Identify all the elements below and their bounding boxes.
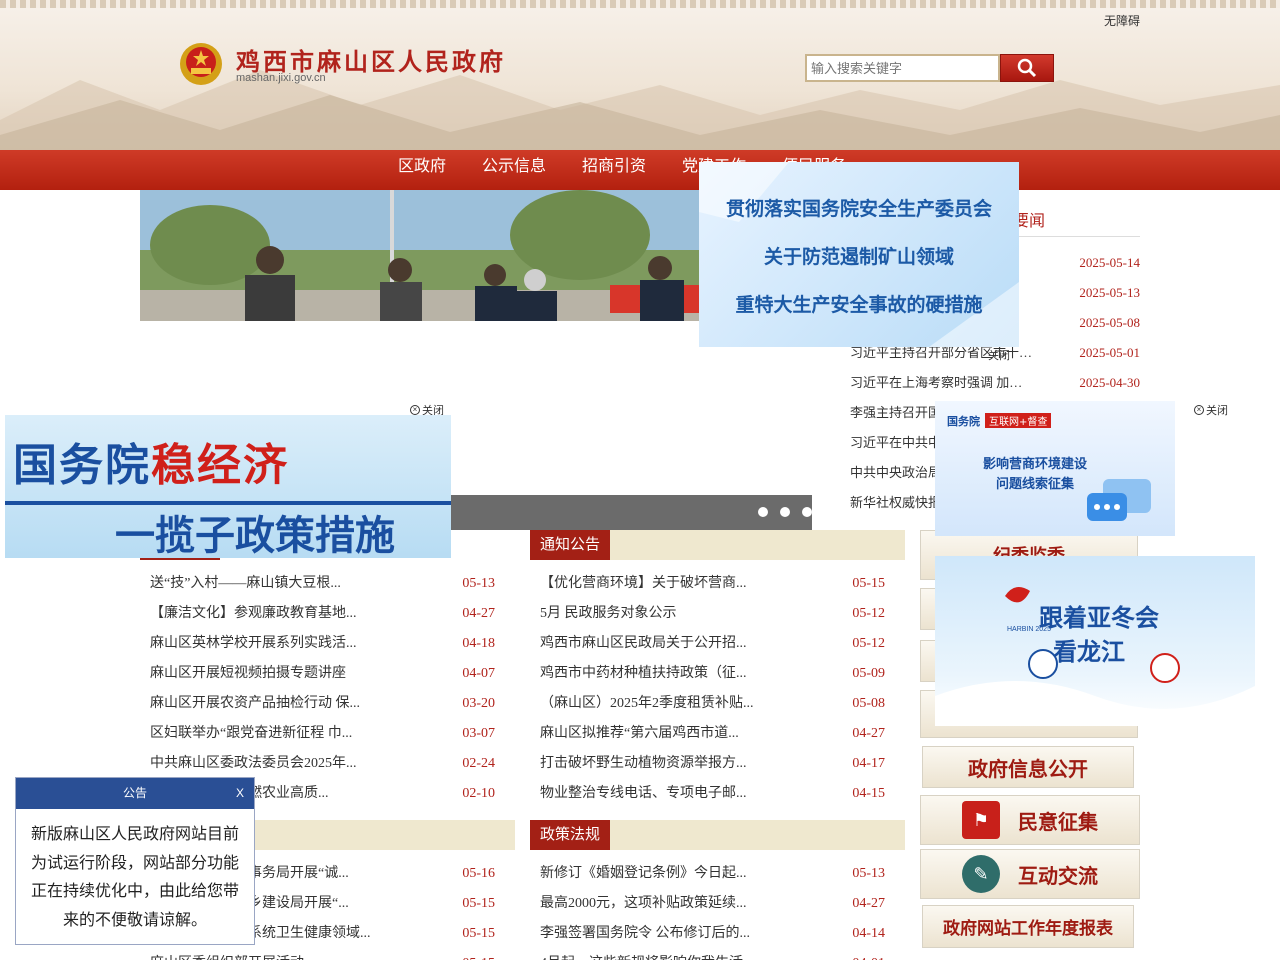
close-icon: × — [1194, 405, 1204, 415]
nav-item-public-info[interactable]: 公示信息 — [464, 150, 564, 184]
notice-popup-title: 公告 — [122, 786, 147, 800]
list-item[interactable]: 麻山区拟推荐“第六届鸡西市道... 04-27 — [540, 719, 885, 749]
edit-icon: ✎ — [962, 855, 1000, 893]
notice-popup-body: 新版麻山区人民政府网站目前为试运行阶段，网站部分功能正在持续优化中，由此给您带来… — [30, 826, 239, 929]
list-item[interactable]: 送“技”入村——麻山镇大豆根... 05-13 — [150, 569, 495, 599]
list-item[interactable]: 中共麻山区委政法委员会2025年... 02-24 — [150, 749, 495, 779]
notice-popup-header: 公告 X — [16, 778, 254, 809]
policies-header: 政策法规 — [530, 820, 905, 850]
list-item[interactable]: 习近平在上海考察时强调 加… 2025-04-30 — [850, 368, 1140, 398]
slider-caption-bar — [451, 495, 812, 530]
nav-item-district-gov[interactable]: 区政府 — [380, 150, 464, 184]
close-icon: × — [410, 405, 420, 415]
business-float-ad[interactable]: 国务院 互联网+督查 影响营商环境建设 问题线索征集 — [935, 401, 1175, 536]
safety-ad-close[interactable]: 关闭 — [988, 347, 1010, 363]
economy-ad-line2: 一揽子政策措施 — [115, 513, 395, 558]
chat-bubble-icon — [1087, 479, 1151, 521]
safety-ad-line3: 重特大生产安全事故的硬措施 — [735, 294, 983, 316]
list-item[interactable]: 麻山区开展农资产品抽检行动 保... 03-20 — [150, 689, 495, 719]
list-item[interactable]: 5月 民政服务对象公示 05-12 — [540, 599, 885, 629]
search-button[interactable] — [1000, 54, 1054, 82]
gov-info-public-banner[interactable]: 政府信息公开 — [922, 746, 1134, 788]
safety-ad-line2: 关于防范遏制矿山领域 — [763, 246, 954, 268]
site-domain: mashan.jixi.gov.cn — [236, 72, 326, 84]
annual-report-banner[interactable]: 政府网站工作年度报表 — [922, 905, 1134, 948]
list-item[interactable]: 【优化营商环境】关于破坏营商... 05-15 — [540, 569, 885, 599]
site-header: 无障碍 鸡西市麻山区人民政府 mashan.jixi.gov.cn — [0, 0, 1280, 150]
business-ad-tag-a: 国务院 — [947, 415, 980, 428]
list-item[interactable]: 4月起，这些新规将影响你我生活04-01 — [540, 949, 885, 960]
tab-underline — [140, 558, 220, 560]
winter-ad-line2: 看龙江 — [1053, 638, 1125, 666]
policies-tab[interactable]: 政策法规 — [530, 820, 611, 850]
national-emblem-icon — [180, 43, 222, 85]
notices-list: 【优化营商环境】关于破坏营商... 05-15 5月 民政服务对象公示 05-12 … — [540, 569, 885, 809]
search-input[interactable] — [805, 54, 1000, 82]
nav-item-investment[interactable]: 招商引资 — [564, 150, 664, 184]
list-item[interactable]: （麻山区）2025年2季度租赁补贴... 05-08 — [540, 689, 885, 719]
slider-photo — [140, 190, 700, 321]
list-item[interactable]: 新修订《婚姻登记条例》今日起... 05-13 — [540, 859, 885, 889]
list-item[interactable]: 鸡西市麻山区民政局关于公开招... 05-12 — [540, 629, 885, 659]
opinion-banner[interactable]: ⚑ 民意征集 — [920, 795, 1140, 845]
slider-dot-1[interactable] — [758, 507, 768, 517]
safety-float-ad[interactable]: 贯彻落实国务院安全生产委员会 关于防范遏制矿山领域 重特大生产安全事故的硬措施 — [699, 162, 1019, 347]
winter-games-float-ad[interactable]: HARBIN 2025 跟着亚冬会 看龙江 — [935, 556, 1255, 726]
list-item[interactable]: 【廉洁文化】参观廉政教育基地... 04-27 — [150, 599, 495, 629]
policies-list: 新修订《婚姻登记条例》今日起... 05-13 最高2000元，这项补贴政策延续.… — [540, 859, 885, 960]
list-item[interactable]: 李强签署国务院令 公布修订后的... 04-14 — [540, 919, 885, 949]
list-item[interactable]: 麻山区英林学校开展系列实践活... 04-18 — [150, 629, 495, 659]
business-ad-close[interactable]: × 关闭 — [1194, 402, 1228, 418]
news-slider-image[interactable] — [140, 190, 700, 321]
dynamic-news-list: 送“技”入村——麻山镇大豆根... 05-13 【廉洁文化】参观廉政教育基地...… — [150, 569, 495, 809]
interaction-banner[interactable]: ✎ 互动交流 — [920, 849, 1140, 899]
safety-ad-line1: 贯彻落实国务院安全生产委员会 — [725, 198, 992, 220]
slider-dot-3[interactable] — [802, 507, 812, 517]
list-item[interactable]: 打击破坏野生动植物资源举报方... 04-17 — [540, 749, 885, 779]
notices-header: 通知公告 — [530, 530, 905, 560]
flag-icon: ⚑ — [962, 801, 1000, 839]
business-ad-tag-b: 互联网+督查 — [985, 413, 1052, 428]
economy-ad-text-b: 稳经济 — [151, 440, 289, 491]
list-item[interactable]: 最高2000元，这项补贴政策延续... 04-27 — [540, 889, 885, 919]
list-item[interactable]: 麻山区开展短视频拍摄专题讲座 04-07 — [150, 659, 495, 689]
list-item[interactable]: 麻山区委组织部开展活动05-15 — [150, 949, 495, 960]
notice-popup: 公告 X 新版麻山区人民政府网站目前为试运行阶段，网站部分功能正在持续优化中，由… — [15, 777, 255, 945]
economy-ad-text-a: 国务院 — [13, 440, 151, 491]
business-ad-line1: 影响营商环境建设 — [982, 457, 1087, 472]
winter-ad-line1: 跟着亚冬会 — [1039, 604, 1159, 632]
notice-popup-close[interactable]: X — [236, 778, 244, 809]
search-icon — [1017, 58, 1037, 78]
list-item[interactable]: 鸡西市中药材种植扶持政策（征... 05-09 — [540, 659, 885, 689]
list-item[interactable]: 区妇联举办“跟党奋进新征程 巾... 03-07 — [150, 719, 495, 749]
list-item[interactable]: 物业整治专线电话、专项电子邮... 04-15 — [540, 779, 885, 809]
main-nav: 区政府 公示信息 招商引资 党建工作 便民服务 — [0, 150, 1280, 190]
header-pattern — [0, 0, 1280, 8]
accessibility-link[interactable]: 无障碍 — [1104, 12, 1140, 29]
notices-tab[interactable]: 通知公告 — [530, 530, 611, 560]
economy-float-ad[interactable]: 国务院稳经济 一揽子政策措施 — [5, 415, 451, 558]
slider-dot-2[interactable] — [780, 507, 790, 517]
